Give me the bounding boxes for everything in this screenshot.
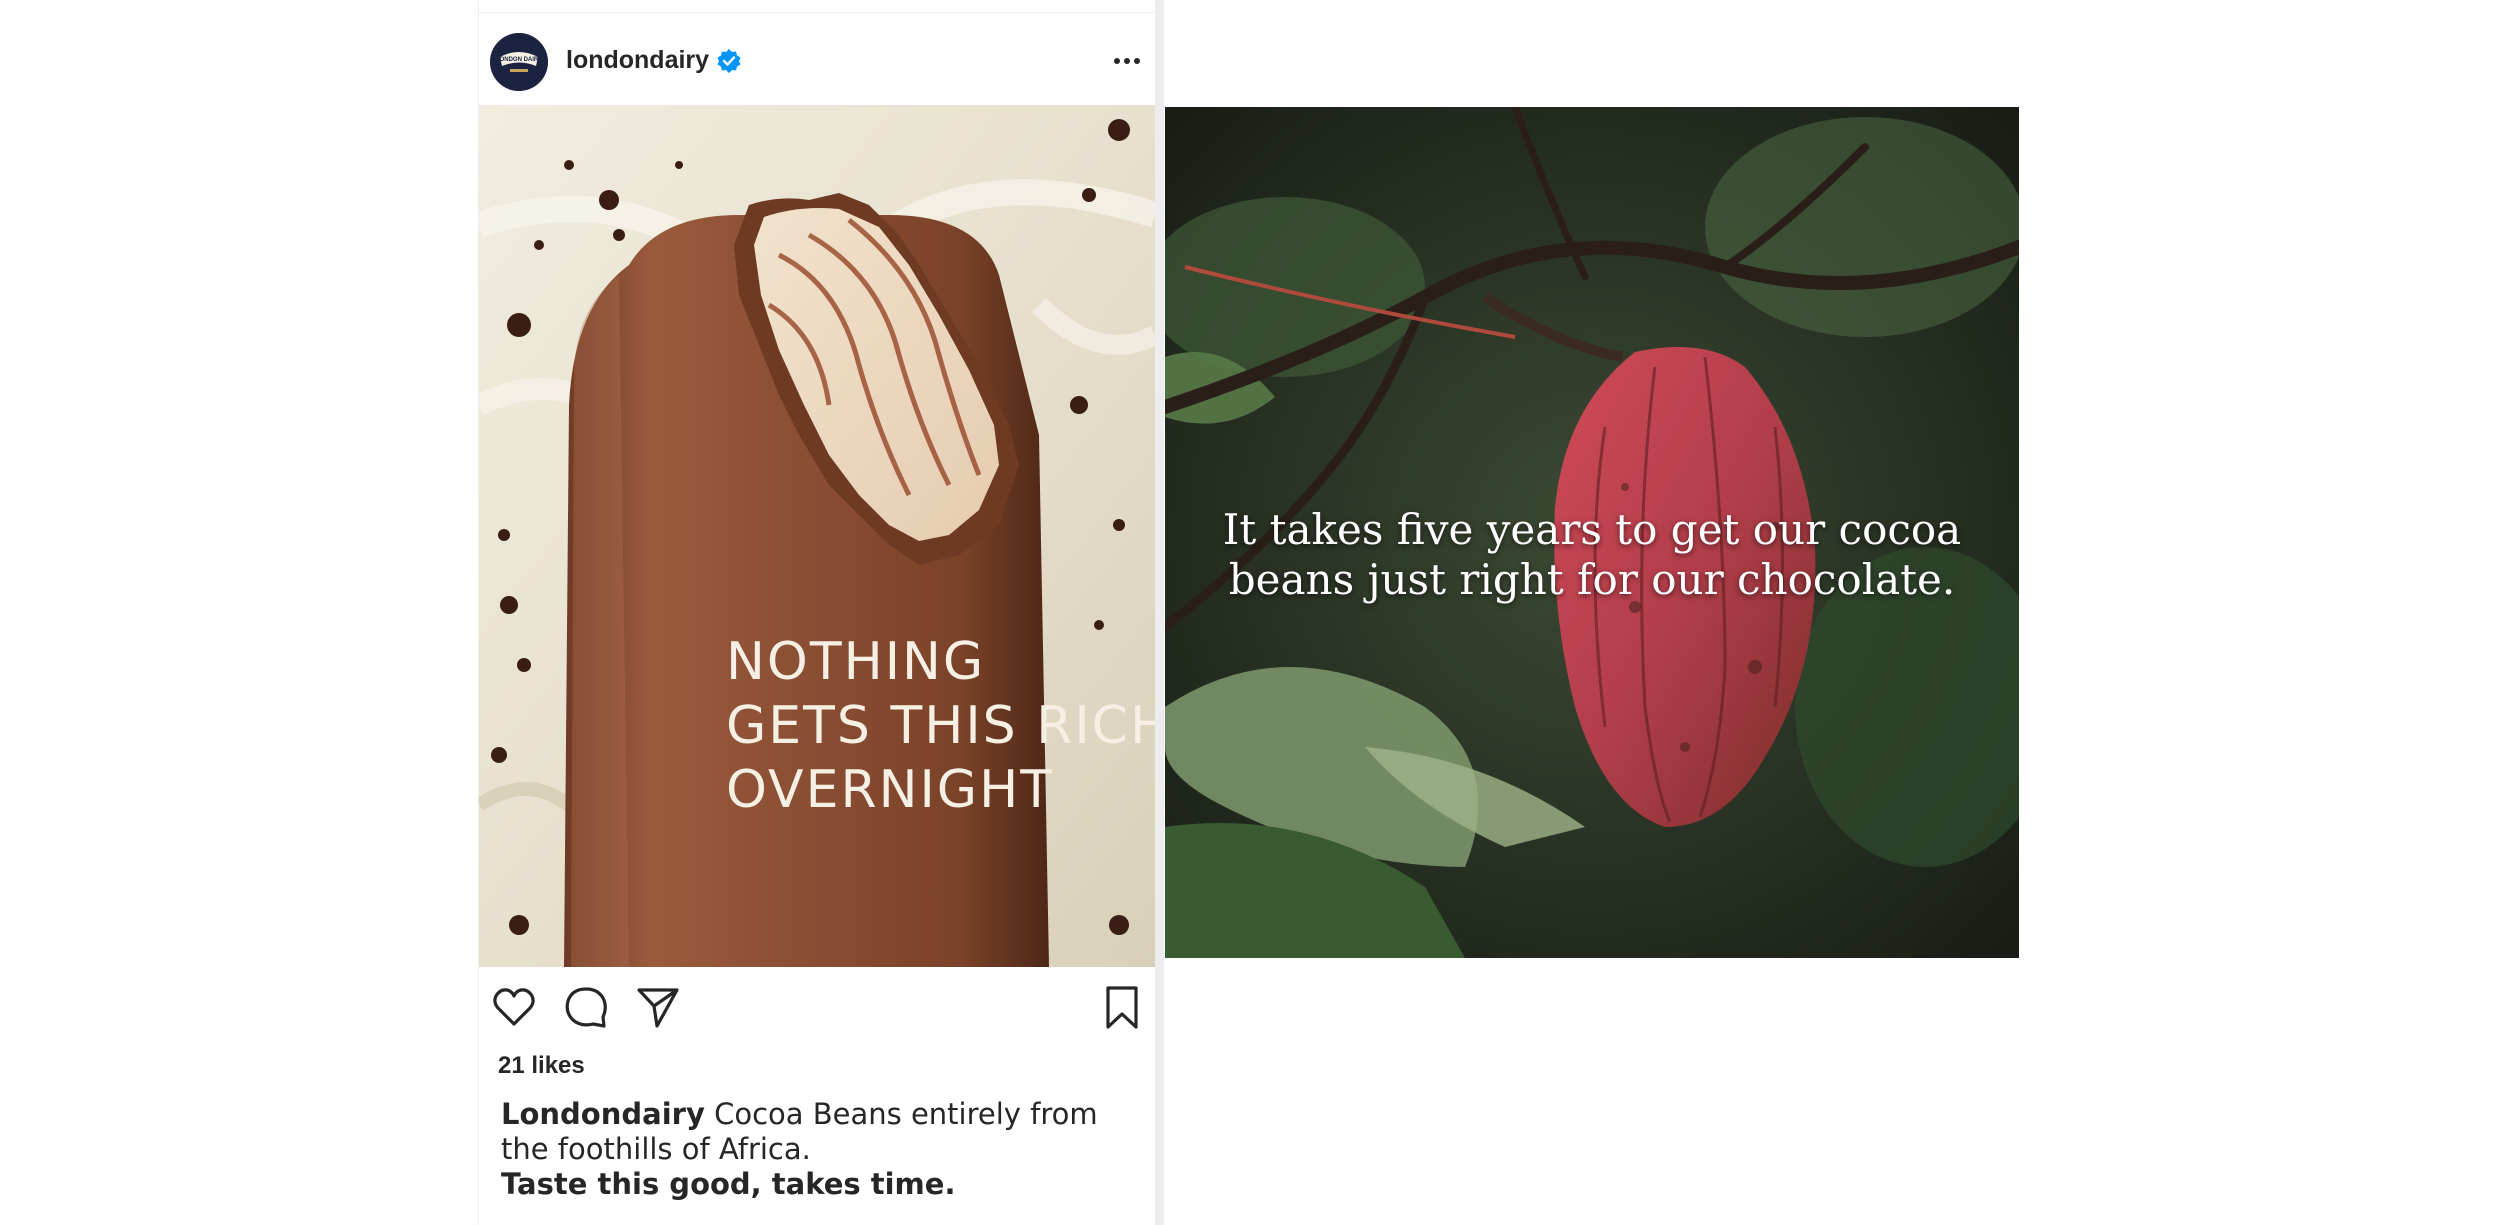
- heart-icon[interactable]: [491, 984, 537, 1030]
- verified-badge-icon: [717, 49, 741, 73]
- caption-tagline: Taste this good, takes time.: [501, 1167, 956, 1201]
- overlay-line-1: NOTHING: [726, 632, 986, 692]
- image-overlay-text: NOTHING GETS THIS RICH OVERNIGHT: [726, 630, 1155, 822]
- share-icon[interactable]: [635, 984, 681, 1030]
- top-border: [479, 12, 1155, 13]
- cocoa-pod-image: It takes five years to get our cocoa bea…: [1165, 107, 2019, 958]
- instagram-post: LONDON DAIRY londondairy NOTHING GETS TH…: [478, 0, 1155, 1225]
- bookmark-icon[interactable]: [1099, 984, 1145, 1030]
- cocoa-overlay-text: It takes five years to get our cocoa bea…: [1165, 505, 2019, 605]
- post-actions: [479, 980, 1155, 1040]
- caption: Londondairy Cocoa Beans entirely from th…: [501, 1097, 1141, 1202]
- avatar[interactable]: LONDON DAIRY: [490, 33, 548, 91]
- post-header: LONDON DAIRY londondairy: [479, 30, 1155, 91]
- comment-icon[interactable]: [563, 984, 609, 1030]
- post-image-ice-cream[interactable]: NOTHING GETS THIS RICH OVERNIGHT: [479, 105, 1155, 967]
- caption-username[interactable]: Londondairy: [501, 1097, 705, 1131]
- more-options-icon[interactable]: [1107, 44, 1147, 78]
- overlay-line-3: OVERNIGHT: [726, 760, 1054, 820]
- divider: [1154, 0, 1164, 1225]
- avatar-logo-text: LONDON DAIRY: [496, 57, 542, 63]
- cocoa-overlay-line-1: It takes five years to get our cocoa: [1222, 505, 1962, 554]
- username[interactable]: londondairy: [566, 46, 709, 75]
- likes-count[interactable]: 21 likes: [498, 1052, 585, 1080]
- overlay-line-2: GETS THIS RICH: [726, 696, 1155, 756]
- cocoa-overlay-line-2: beans just right for our chocolate.: [1228, 555, 1956, 604]
